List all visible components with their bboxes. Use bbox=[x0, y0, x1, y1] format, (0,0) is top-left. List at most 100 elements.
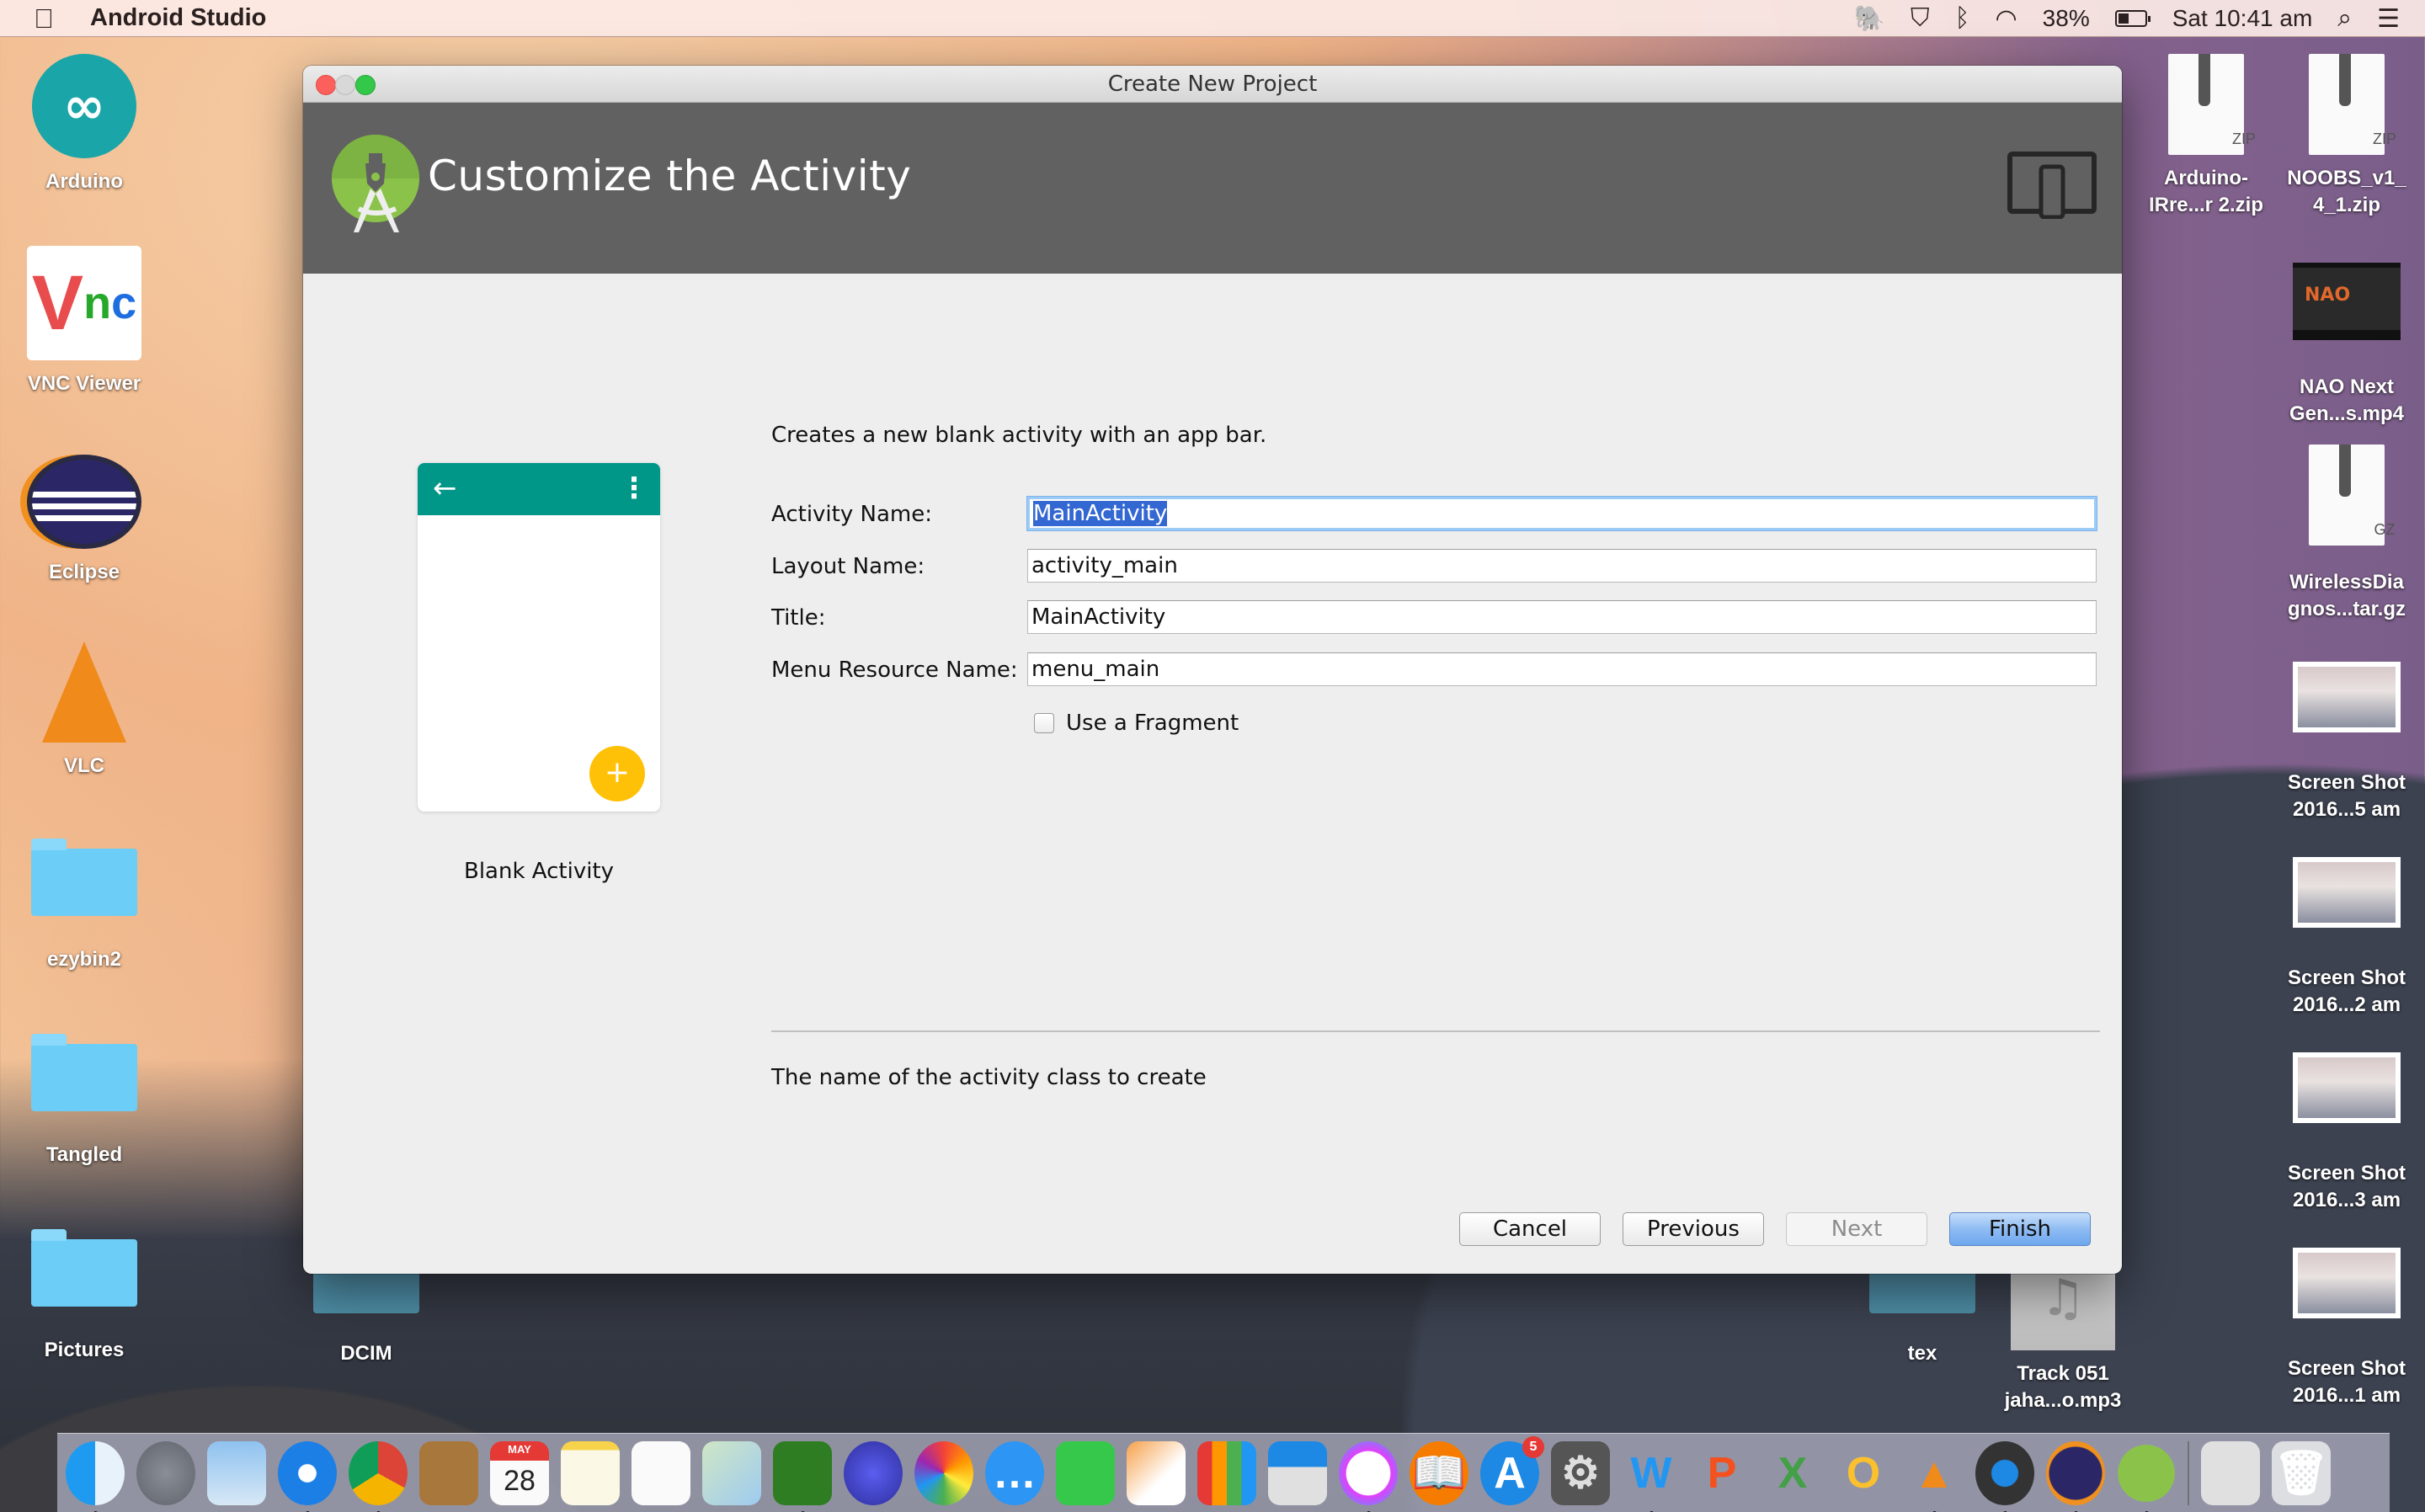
desktop-icon-eclipse[interactable]: Eclipse bbox=[0, 455, 168, 586]
video-thumbnail-icon: NAO bbox=[2293, 263, 2401, 340]
window-title-bar[interactable]: Create New Project bbox=[303, 66, 2122, 103]
menu-bar:  Android Studio 🐘 ⛉ ᛒ ◠ 38% Sat 10:41 a… bbox=[0, 0, 2425, 37]
dock-item-eclipse[interactable] bbox=[2046, 1440, 2105, 1512]
dock-item-contacts[interactable] bbox=[419, 1440, 478, 1505]
desktop-icon-label: Tangled bbox=[45, 1143, 123, 1166]
dock-item-shield-app[interactable] bbox=[773, 1440, 832, 1512]
shield-icon[interactable]: ⛉ bbox=[1911, 4, 1930, 33]
desktop-icon-nao-video[interactable]: NAO NAO Next Gen...s.mp4 bbox=[2262, 263, 2425, 428]
dock-item-app-store[interactable]: A5 bbox=[1480, 1435, 1544, 1505]
evernote-icon[interactable]: 🐘 bbox=[1854, 4, 1885, 34]
wizard-header: Customize the Activity bbox=[303, 103, 2122, 274]
desktop-icon-screenshot-1am[interactable]: Screen Shot 2016...1 am bbox=[2262, 1248, 2425, 1409]
dock-item-quicktime-player[interactable] bbox=[1975, 1440, 2034, 1512]
dock-item-android-studio[interactable] bbox=[2117, 1440, 2176, 1512]
dock-item-finder[interactable] bbox=[66, 1440, 125, 1512]
dock-item-maps[interactable] bbox=[702, 1440, 761, 1505]
desktop-icon-label: Pictures bbox=[44, 1339, 125, 1361]
title-label: Title: bbox=[771, 605, 826, 631]
dock-item-keynote[interactable] bbox=[1268, 1440, 1327, 1505]
desktop-icon-label: 2016...2 am bbox=[2292, 993, 2401, 1016]
use-fragment-checkbox[interactable] bbox=[1034, 713, 1054, 733]
dock-item-facetime[interactable] bbox=[1056, 1440, 1115, 1505]
desktop-icon-label: Eclipse bbox=[48, 561, 120, 583]
dock-item-outlook[interactable]: O bbox=[1834, 1441, 1893, 1505]
activity-preview: ← ⋮ + bbox=[418, 463, 660, 812]
desktop-icon-label: Track 051 bbox=[2017, 1362, 2109, 1385]
clock[interactable]: Sat 10:41 am bbox=[2172, 5, 2313, 32]
notification-center-icon[interactable]: ☰ bbox=[2377, 4, 2400, 34]
dock-item-pages[interactable] bbox=[1127, 1440, 1186, 1505]
desktop-icon-screenshot-2am[interactable]: Screen Shot 2016...2 am bbox=[2262, 857, 2425, 1019]
dock-item-notes[interactable] bbox=[561, 1440, 620, 1505]
dock-item-chrome[interactable] bbox=[349, 1440, 408, 1512]
desktop-icon-noobs-zip[interactable]: ZIP NOOBS_v1_ 4_1.zip bbox=[2262, 54, 2425, 219]
title-input[interactable] bbox=[1027, 600, 2097, 634]
dock-item-powerpoint[interactable]: P bbox=[1692, 1441, 1751, 1505]
previous-button[interactable]: Previous bbox=[1623, 1212, 1764, 1246]
powerpoint-icon: P bbox=[1707, 1448, 1737, 1498]
desktop-icon-wireless-diagnostics[interactable]: GZ WirelessDia gnos...tar.gz bbox=[2262, 445, 2425, 623]
desktop-icon-label: NAO Next bbox=[2299, 375, 2395, 398]
dock-item-ibooks[interactable]: 📖 bbox=[1410, 1440, 1468, 1505]
desktop-icon-screenshot-5am[interactable]: Screen Shot 2016...5 am bbox=[2262, 662, 2425, 823]
desktop-icon-vlc[interactable]: VLC bbox=[0, 642, 168, 780]
spotlight-search-icon[interactable]: ⌕ bbox=[2337, 4, 2352, 33]
dock-item-downloads-stack[interactable] bbox=[2201, 1440, 2260, 1505]
dock-item-calendar[interactable]: MAY 28 bbox=[490, 1440, 549, 1505]
dock-item-numbers[interactable] bbox=[1197, 1440, 1256, 1505]
use-fragment-option[interactable]: Use a Fragment bbox=[1034, 709, 1239, 737]
dock-item-reminders[interactable] bbox=[632, 1440, 690, 1505]
bluetooth-icon[interactable]: ᛒ bbox=[1954, 4, 1969, 33]
dock-item-safari[interactable] bbox=[278, 1440, 337, 1512]
dock-item-word[interactable]: W bbox=[1622, 1441, 1681, 1512]
dock-item-photos[interactable] bbox=[914, 1440, 973, 1505]
next-button[interactable]: Next bbox=[1786, 1212, 1927, 1246]
desktop-icon-vnc-viewer[interactable]: Vnc VNC Viewer bbox=[0, 246, 168, 397]
desktop-icon-label: 4_1.zip bbox=[2312, 194, 2381, 216]
desktop-icon-label: jaha...o.mp3 bbox=[2004, 1389, 2122, 1412]
minimize-window-button[interactable] bbox=[335, 75, 355, 95]
battery-icon[interactable] bbox=[2114, 10, 2151, 27]
finish-button[interactable]: Finish bbox=[1949, 1212, 2091, 1246]
apple-menu-icon[interactable]:  bbox=[34, 3, 54, 35]
desktop-icon-screenshot-3am[interactable]: Screen Shot 2016...3 am bbox=[2262, 1052, 2425, 1214]
screenshot-thumbnail-icon bbox=[2293, 857, 2401, 928]
zip-file-icon: ZIP bbox=[2168, 54, 2256, 155]
dock-item-itunes[interactable] bbox=[1339, 1440, 1398, 1512]
close-window-button[interactable] bbox=[316, 75, 336, 95]
word-icon: W bbox=[1630, 1448, 1672, 1498]
dock-item-trash[interactable]: 🗑 bbox=[2272, 1440, 2331, 1505]
activity-name-label: Activity Name: bbox=[771, 502, 932, 527]
cancel-button[interactable]: Cancel bbox=[1459, 1212, 1601, 1246]
dock-item-excel[interactable]: X bbox=[1763, 1441, 1822, 1505]
dock-item-launchpad[interactable] bbox=[136, 1440, 195, 1505]
app-menu[interactable]: Android Studio bbox=[90, 4, 266, 32]
screenshot-thumbnail-icon bbox=[2293, 662, 2401, 732]
wifi-icon[interactable]: ◠ bbox=[1995, 4, 2017, 34]
dock-item-messages[interactable]: … bbox=[985, 1440, 1044, 1505]
desktop-icon-label: VNC Viewer bbox=[27, 372, 141, 395]
screenshot-thumbnail-icon bbox=[2293, 1248, 2401, 1318]
desktop-icon-tangled[interactable]: Tangled bbox=[0, 1019, 168, 1169]
battery-percent[interactable]: 38% bbox=[2043, 5, 2090, 32]
zoom-window-button[interactable] bbox=[355, 75, 376, 95]
menu-resource-name-input[interactable] bbox=[1027, 652, 2097, 686]
activity-name-input[interactable] bbox=[1027, 497, 2097, 530]
trash-icon: 🗑 bbox=[2273, 1449, 2329, 1498]
dock-item-system-preferences[interactable]: ⚙ bbox=[1551, 1440, 1610, 1505]
desktop-icon-pictures[interactable]: Pictures bbox=[0, 1214, 168, 1364]
vlc-icon: ▲ bbox=[1912, 1448, 1956, 1498]
dock-item-mail[interactable] bbox=[207, 1440, 266, 1505]
desktop-icon-ezybin2[interactable]: ezybin2 bbox=[0, 823, 168, 973]
form-factor-devices-icon bbox=[2007, 152, 2097, 219]
use-fragment-label[interactable]: Use a Fragment bbox=[1066, 711, 1239, 736]
dock-item-network-utility[interactable] bbox=[844, 1440, 903, 1505]
desktop-icon-arduino[interactable]: ∞ Arduino bbox=[0, 54, 168, 195]
layout-name-input[interactable] bbox=[1027, 549, 2097, 583]
dock-item-vlc[interactable]: ▲ bbox=[1905, 1441, 1964, 1512]
layout-name-label: Layout Name: bbox=[771, 554, 925, 579]
arduino-icon: ∞ bbox=[32, 54, 136, 158]
app-store-icon: A bbox=[1494, 1448, 1526, 1498]
window-title: Create New Project bbox=[1107, 72, 1318, 97]
